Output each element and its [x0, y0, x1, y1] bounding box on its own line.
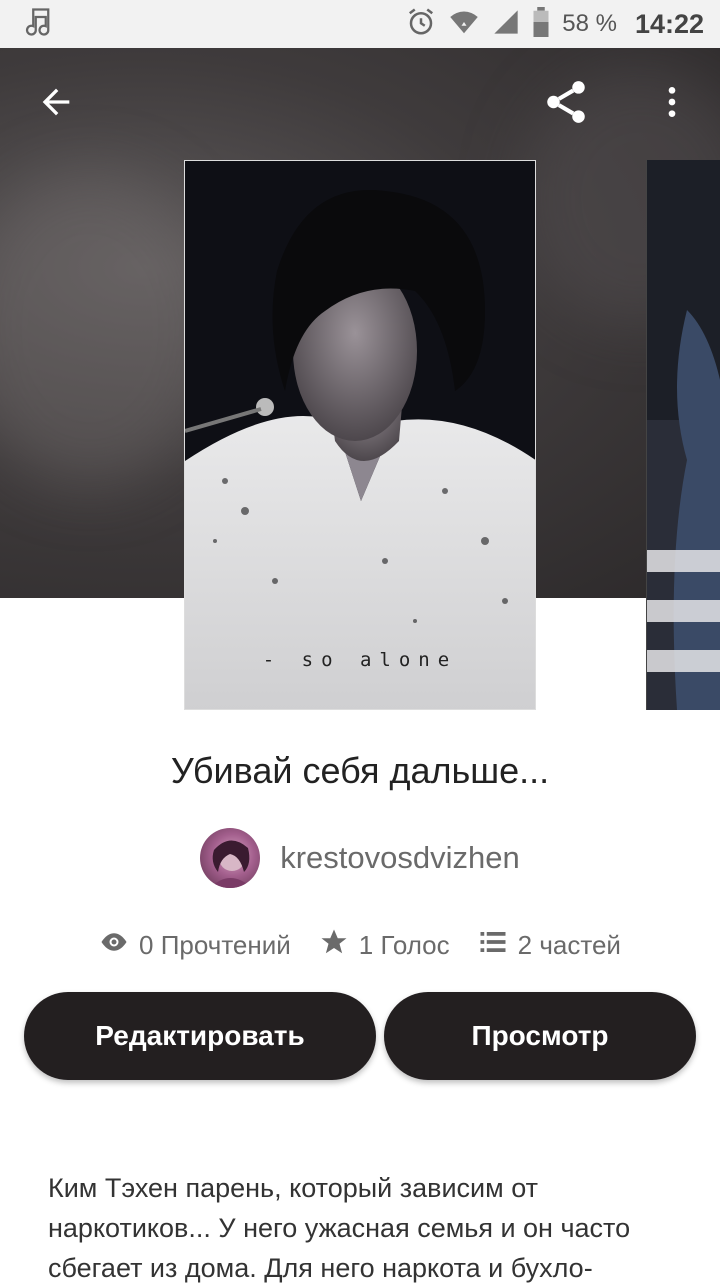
back-button[interactable] — [28, 76, 84, 132]
music-note-icon — [22, 7, 52, 42]
battery-percent: 58 % — [562, 10, 617, 37]
more-vert-icon — [652, 82, 692, 127]
cover-image — [185, 161, 535, 709]
share-button[interactable] — [538, 76, 594, 132]
edit-button[interactable]: Редактировать — [24, 992, 376, 1080]
reads-count: 0 Прочтений — [139, 929, 291, 960]
alarm-icon — [406, 7, 436, 42]
share-icon — [541, 77, 591, 132]
author-name[interactable]: krestovosdvizhen — [280, 840, 520, 876]
story-description: Ким Тэхен парень, который зависим от нар… — [48, 1173, 631, 1283]
arrow-back-icon — [36, 82, 76, 127]
list-icon — [478, 927, 508, 964]
author-row[interactable]: krestovosdvizhen — [0, 826, 720, 890]
signal-icon — [492, 7, 520, 42]
parts-stat: 2 частей — [478, 927, 621, 964]
votes-count: 1 Голос — [358, 929, 450, 960]
author-avatar[interactable] — [200, 828, 261, 888]
star-icon — [319, 927, 349, 964]
wifi-icon — [448, 7, 480, 42]
clock: 14:22 — [634, 8, 704, 39]
eye-icon — [99, 927, 129, 964]
status-bar: 58 % 14:22 — [0, 0, 720, 48]
story-title: Убивай себя дальше... — [170, 750, 550, 791]
story-cover[interactable]: - so alone — [184, 160, 536, 710]
parts-count: 2 частей — [517, 929, 621, 960]
reads-stat: 0 Прочтений — [99, 927, 291, 964]
more-options-button[interactable] — [644, 76, 700, 132]
cover-caption: - so alone — [262, 649, 458, 671]
next-story-cover[interactable] — [646, 160, 720, 710]
story-stats: 0 Прочтений 1 Голос 2 частей — [0, 922, 720, 968]
next-cover-image — [647, 160, 720, 710]
votes-stat: 1 Голос — [319, 927, 450, 964]
view-button[interactable]: Просмотр — [384, 992, 696, 1080]
battery-icon — [532, 6, 550, 42]
